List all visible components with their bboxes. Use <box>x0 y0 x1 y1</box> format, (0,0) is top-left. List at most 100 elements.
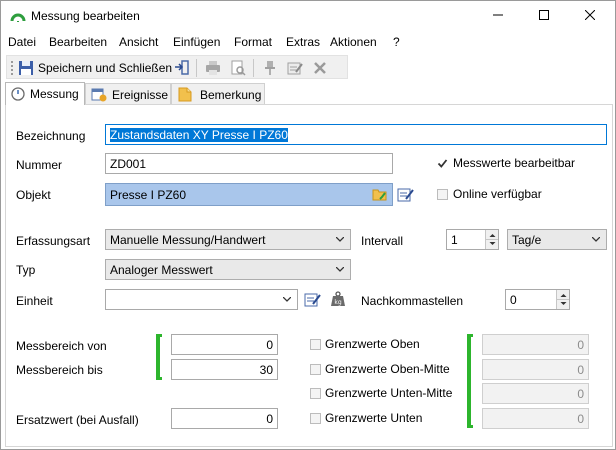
typ-value: Analoger Messwert <box>110 263 213 277</box>
chevron-down-icon <box>283 297 291 302</box>
save-close-button[interactable]: Speichern und Schließen <box>18 59 172 77</box>
intervall-spinner[interactable] <box>485 230 498 249</box>
tab-messung[interactable]: Messung <box>5 82 85 105</box>
note-icon <box>178 87 192 102</box>
grenz-unten-mitte-label: Grenzwerte Unten-Mitte <box>325 386 453 400</box>
nachkomma-value: 0 <box>510 293 517 307</box>
print-preview-icon <box>231 60 246 76</box>
pin-icon <box>265 61 275 75</box>
menu-bar: Datei Bearbeiten Ansicht Einfügen Format… <box>1 31 615 53</box>
grenz-oben-input[interactable]: 0 <box>482 334 589 355</box>
menu-aktionen[interactable]: Aktionen <box>330 35 377 49</box>
gauge-tab-icon <box>11 87 25 101</box>
menu-ansicht[interactable]: Ansicht <box>119 35 158 49</box>
messbereich-bis-label: Messbereich bis <box>16 363 103 377</box>
erfassungsart-label: Erfassungsart <box>16 234 91 248</box>
chevron-down-icon <box>336 237 344 242</box>
nummer-label: Nummer <box>16 158 63 172</box>
messbereich-von-input[interactable]: 0 <box>171 334 278 355</box>
tab-messung-label: Messung <box>30 87 79 101</box>
intervall-input[interactable]: 1 <box>446 229 499 250</box>
delete-button[interactable] <box>312 59 328 77</box>
einheit-label: Einheit <box>16 294 53 308</box>
spinner-arrows-icon <box>557 294 569 305</box>
grenz-unten-mitte-input[interactable]: 0 <box>482 383 589 404</box>
messbereich-von-label: Messbereich von <box>16 339 107 353</box>
menu-format[interactable]: Format <box>234 35 272 49</box>
messbereich-von-value: 0 <box>266 338 273 352</box>
toolbar: Speichern und Schließen <box>6 55 348 79</box>
grenz-unten-input[interactable]: 0 <box>482 408 589 429</box>
svg-text:kg: kg <box>334 299 341 306</box>
bezeichnung-input[interactable]: Zustandsdaten XY Presse I PZ60 <box>105 124 607 145</box>
print-button[interactable] <box>205 59 221 77</box>
menu-extras[interactable]: Extras <box>286 35 320 49</box>
ersatzwert-label: Ersatzwert (bei Ausfall) <box>16 413 139 427</box>
edit-form-icon <box>397 188 414 202</box>
grenz-oben-mitte-input[interactable]: 0 <box>482 359 589 380</box>
intervall-unit-value: Tag/e <box>512 233 542 247</box>
grenz-unten-label: Grenzwerte Unten <box>325 411 423 425</box>
objekt-input[interactable]: Presse I PZ60 <box>105 183 393 206</box>
grenz-oben-mitte-value: 0 <box>577 363 584 377</box>
range-bracket-left <box>156 334 160 380</box>
menu-help[interactable]: ? <box>393 35 400 49</box>
minimize-button[interactable] <box>475 1 521 31</box>
pin-button[interactable] <box>262 59 278 77</box>
grenz-unten-mitte-value: 0 <box>577 387 584 401</box>
menu-einfuegen[interactable]: Einfügen <box>173 35 220 49</box>
edit-button[interactable] <box>287 59 303 77</box>
online-checkbox[interactable] <box>437 189 448 200</box>
objekt-edit-button[interactable] <box>397 185 415 203</box>
print-preview-button[interactable] <box>230 59 246 77</box>
delete-x-icon <box>314 62 326 74</box>
messbereich-bis-input[interactable]: 30 <box>171 359 278 380</box>
nummer-input[interactable]: ZD001 <box>105 153 393 174</box>
online-label: Online verfügbar <box>453 187 542 201</box>
intervall-value: 1 <box>451 233 458 247</box>
chevron-down-icon <box>592 237 600 242</box>
objekt-value: Presse I PZ60 <box>110 188 187 202</box>
tab-ereignisse[interactable]: Ereignisse <box>85 83 171 104</box>
nachkomma-spinner[interactable] <box>556 290 569 309</box>
exit-button[interactable] <box>174 59 190 77</box>
messwerte-checkbox[interactable] <box>437 158 448 169</box>
spinner-arrows-icon <box>486 234 498 245</box>
tab-ereignisse-label: Ereignisse <box>112 88 169 102</box>
tab-bemerkung-label: Bemerkung <box>200 88 262 102</box>
grenz-oben-checkbox[interactable] <box>310 339 321 350</box>
grenz-oben-label: Grenzwerte Oben <box>325 337 420 351</box>
menu-bearbeiten[interactable]: Bearbeiten <box>49 35 107 49</box>
grenz-unten-checkbox[interactable] <box>310 413 321 424</box>
gauge-icon <box>10 13 26 22</box>
nachkomma-input[interactable]: 0 <box>505 289 570 310</box>
typ-select[interactable]: Analoger Messwert <box>105 259 351 280</box>
nachkomma-label: Nachkommastellen <box>361 294 464 308</box>
maximize-button[interactable] <box>521 1 567 31</box>
ersatzwert-input[interactable]: 0 <box>171 408 278 429</box>
close-button[interactable] <box>567 1 613 31</box>
printer-icon <box>206 61 220 75</box>
ersatzwert-value: 0 <box>266 412 273 426</box>
tab-bemerkung[interactable]: Bemerkung <box>171 83 265 104</box>
erfassungsart-select[interactable]: Manuelle Messung/Handwert <box>105 229 351 250</box>
bezeichnung-label: Bezeichnung <box>16 129 86 143</box>
einheit-weight-button[interactable]: kg <box>329 290 347 308</box>
intervall-unit-select[interactable]: Tag/e <box>507 229 607 250</box>
einheit-edit-button[interactable] <box>304 290 322 308</box>
limits-bracket-right <box>467 334 471 428</box>
checkmark-icon <box>437 159 448 168</box>
edit-form-icon <box>287 62 303 75</box>
toolbar-grip <box>10 59 14 77</box>
objekt-label: Objekt <box>16 188 51 202</box>
grenz-unten-mitte-checkbox[interactable] <box>310 388 321 399</box>
bezeichnung-value: Zustandsdaten XY Presse I PZ60 <box>110 128 288 142</box>
intervall-label: Intervall <box>361 234 404 248</box>
grenz-oben-mitte-label: Grenzwerte Oben-Mitte <box>325 362 450 376</box>
grenz-oben-mitte-checkbox[interactable] <box>310 364 321 375</box>
weight-icon: kg <box>331 291 345 306</box>
floppy-disk-icon <box>19 61 33 75</box>
einheit-select[interactable] <box>105 289 298 310</box>
menu-datei[interactable]: Datei <box>8 35 36 49</box>
chevron-down-icon <box>336 267 344 272</box>
